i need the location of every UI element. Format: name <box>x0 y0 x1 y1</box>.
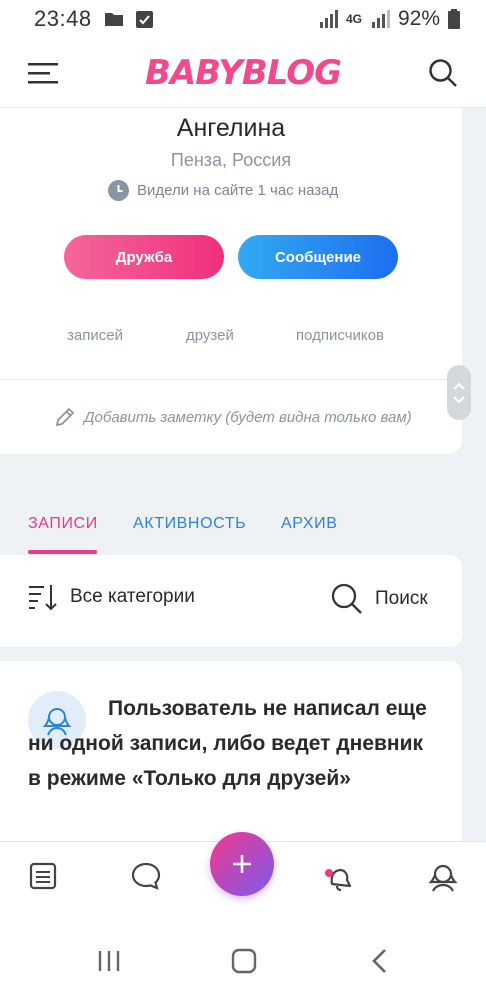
active-tab-indicator <box>28 550 97 554</box>
battery-percent: 92% <box>397 7 440 30</box>
scroll-handle[interactable] <box>447 365 471 420</box>
system-nav-bar <box>0 926 486 1000</box>
notifications-icon[interactable] <box>322 862 354 892</box>
search-icon <box>331 583 362 614</box>
profile-location: Пенза, Россия <box>170 150 292 170</box>
add-note[interactable]: Добавить заметку (будет видна только вам… <box>54 406 412 428</box>
stat-followers[interactable]: подписчиков <box>296 327 384 344</box>
back-icon[interactable] <box>371 948 389 974</box>
network-type: 4G <box>345 12 362 26</box>
last-seen-text: Видели на сайте 1 час назад <box>137 182 339 199</box>
profile-icon[interactable] <box>427 862 459 892</box>
empty-state-card: Пользователь не написал еще ни одной зап… <box>0 661 462 861</box>
stat-posts[interactable]: записей <box>67 327 123 344</box>
message-button[interactable]: Сообщение <box>238 235 398 279</box>
signal-icon-2 <box>371 10 390 28</box>
search-label: Поиск <box>375 588 428 609</box>
status-bar: 23:48 4G 92% <box>0 0 486 38</box>
add-note-text: Добавить заметку (будет видна только вам… <box>84 408 412 426</box>
tab-activity[interactable]: АКТИВНОСТЬ <box>133 515 246 533</box>
feed-icon[interactable] <box>29 862 57 890</box>
last-seen: Видели на сайте 1 час назад <box>108 180 338 201</box>
plus-icon <box>233 855 251 873</box>
home-icon[interactable] <box>231 948 257 974</box>
app-logo[interactable]: BABYBLOG <box>145 53 342 93</box>
search-icon[interactable] <box>428 58 458 88</box>
pencil-icon <box>55 407 75 427</box>
checkbox-icon <box>135 10 153 28</box>
recent-apps-icon[interactable] <box>97 948 121 974</box>
tab-archive[interactable]: АРХИВ <box>281 515 337 533</box>
chevron-down-icon <box>453 395 465 403</box>
sort-icon <box>29 585 57 611</box>
categories-filter[interactable]: Все категории <box>28 583 195 611</box>
menu-icon[interactable] <box>28 61 58 85</box>
friend-button[interactable]: Дружба <box>64 235 224 279</box>
tab-posts[interactable]: ЗАПИСИ <box>28 515 98 533</box>
add-post-button[interactable] <box>210 832 274 896</box>
categories-label: Все категории <box>70 586 195 607</box>
chat-icon[interactable] <box>131 862 161 890</box>
filter-bar: Все категории Поиск <box>0 555 462 647</box>
battery-icon <box>448 9 460 29</box>
chevron-up-icon <box>453 382 465 390</box>
empty-state-message: Пользователь не написал еще ни одной зап… <box>28 697 427 790</box>
status-time: 23:48 <box>34 6 92 31</box>
divider <box>0 379 462 380</box>
content-tabs: ЗАПИСИ АКТИВНОСТЬ АРХИВ <box>0 505 486 555</box>
search-filter[interactable]: Поиск <box>331 583 428 615</box>
clock-icon <box>108 180 129 201</box>
signal-icon <box>319 10 338 28</box>
profile-name: Ангелина <box>176 114 286 142</box>
profile-card: Ангелина Пенза, Россия Видели на сайте 1… <box>0 108 462 454</box>
stat-friends[interactable]: друзей <box>186 327 234 344</box>
folder-icon <box>104 13 123 26</box>
app-header: BABYBLOG <box>0 38 486 108</box>
